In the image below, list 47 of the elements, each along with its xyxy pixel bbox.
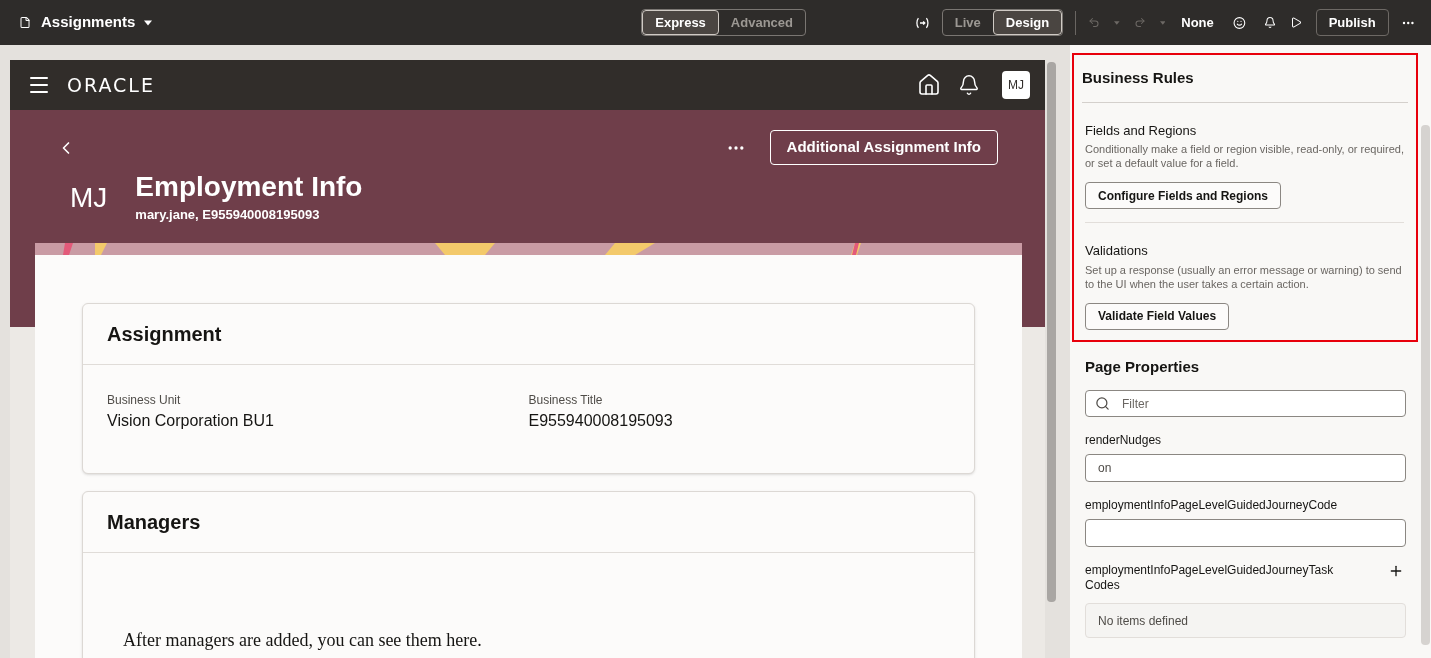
search-icon [1095,396,1110,411]
toggle-tab[interactable]: Express [642,10,719,35]
section-title: Assignment [107,322,222,347]
page-subtitle: mary.jane, E955940008195093 [135,206,321,224]
toggle-tab[interactable]: Design [992,10,1063,35]
play-icon[interactable] [1289,15,1302,30]
property-label: employmentInfoPageLevelGuidedJourneyCode [1085,498,1339,513]
home-icon[interactable] [917,73,941,97]
variables-icon[interactable] [916,15,929,30]
field-label: Business Title [528,392,604,409]
empty-message: After managers are added, you can see them here. [123,630,482,650]
toggle-tab[interactable]: Live [942,10,993,35]
logo: ORACLE [67,72,155,98]
empty-list-text: No items defined [1098,612,1189,630]
property-label: renderNudges [1085,433,1163,448]
field-value: Vision Corporation BU1 [107,411,275,431]
profile-initials: MJ [70,181,108,215]
additional-info-button[interactable]: Additional Assignment Info [769,130,998,165]
bell-icon[interactable] [958,74,980,96]
scrollbar-icon[interactable] [1047,62,1056,602]
field-value: E955940008195093 [528,411,674,431]
bell-icon[interactable] [1263,15,1276,30]
group-title: Validations [1085,242,1149,260]
property-field[interactable]: on [1085,454,1406,482]
document-icon [19,15,32,30]
group-title: Fields and Regions [1085,121,1198,140]
field-label: Business Unit [107,392,182,409]
group-description: Conditionally make a field or region visible, read-only, or required, or set a default value for a field. [1085,142,1404,170]
panel-heading: Page Properties [1085,356,1201,377]
rule-button[interactable]: Configure Fields and Regions [1085,182,1281,209]
page-title[interactable]: Assignments [41,11,136,34]
panel-heading: Business Rules [1082,67,1408,103]
section-title: Managers [107,510,201,535]
property-label: employmentInfoPageLevelGuidedJourneyTaskCodes [1085,563,1335,593]
property-field[interactable] [1085,519,1406,547]
add-icon[interactable] [1388,563,1404,579]
publish-button[interactable]: Publish [1315,9,1389,36]
target-label[interactable]: None [1181,12,1214,33]
user-avatar[interactable]: MJ [1002,71,1030,99]
smiley-icon[interactable] [1232,14,1246,31]
rule-button[interactable]: Validate Field Values [1085,302,1230,330]
page-heading: Employment Info [135,170,363,204]
filter-field[interactable]: Filter [1085,390,1406,417]
group-description: Set up a response (usually an error message or warning) to send to the UI when the user takes a certain action. [1085,262,1403,291]
caret-icon[interactable] [144,19,153,26]
scrollbar-icon[interactable] [1421,125,1430,645]
toggle-tab[interactable]: Advanced [718,10,805,35]
